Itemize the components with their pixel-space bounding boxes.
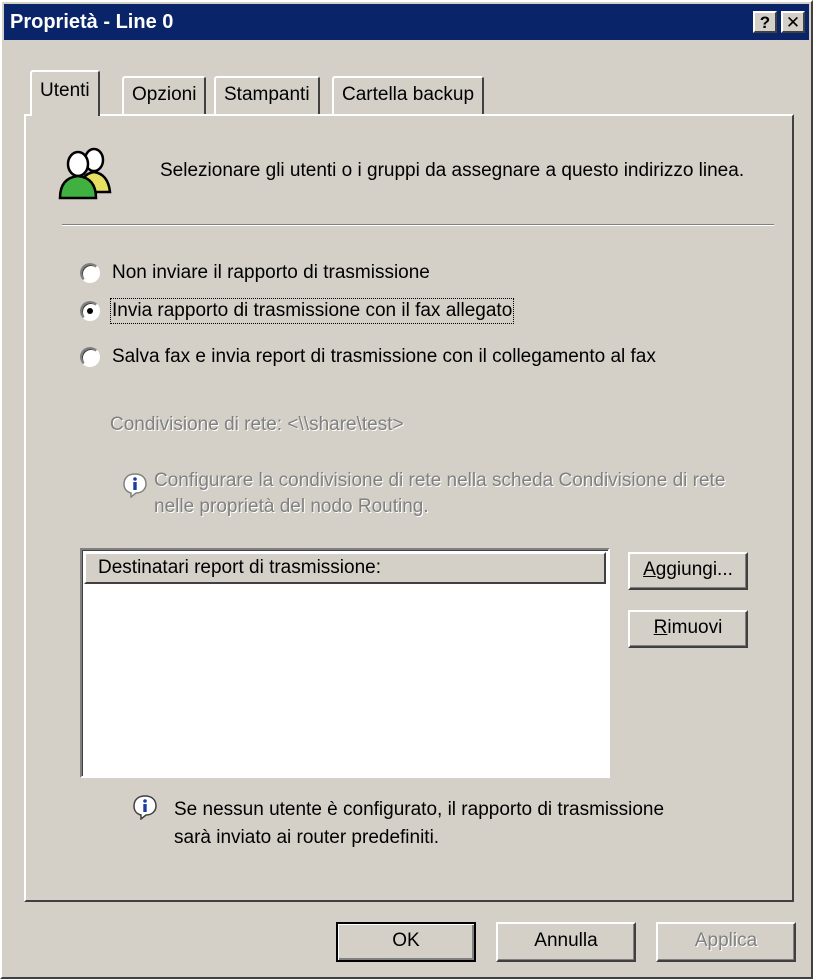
title-bar[interactable]: Proprietà - Line 0 ? ✕	[4, 4, 809, 40]
separator	[62, 224, 774, 226]
add-label: ggiungi...	[655, 559, 733, 580]
add-accelerator: A	[643, 559, 656, 580]
apply-button[interactable]: Applica	[656, 922, 796, 962]
help-button[interactable]: ?	[753, 11, 777, 33]
tab-panel-utenti: Selezionare gli utenti o i gruppi da ass…	[24, 114, 794, 902]
radio-no-report[interactable]: Non inviare il rapporto di trasmissione	[80, 260, 430, 286]
info-icon	[123, 473, 147, 498]
share-info-text: Configurare la condivisione di rete nell…	[154, 470, 726, 517]
radio-report-with-fax[interactable]: Invia rapporto di trasmissione con il fa…	[80, 298, 515, 324]
window-title: Proprietà - Line 0	[10, 11, 174, 33]
close-button[interactable]: ✕	[781, 11, 805, 33]
ok-button[interactable]: OK	[336, 922, 476, 962]
recipients-column-header[interactable]: Destinatari report di trasmissione:	[84, 552, 606, 584]
remove-button[interactable]: Rimuovi	[628, 610, 748, 648]
users-icon	[58, 147, 112, 200]
radio-label: Invia rapporto di trasmissione con il fa…	[109, 298, 515, 324]
tab-stampanti[interactable]: Stampanti	[214, 76, 320, 114]
radio-label: Salva fax e invia report di trasmissione…	[112, 346, 656, 367]
radio-button[interactable]	[80, 347, 100, 367]
recipients-list[interactable]: Destinatari report di trasmissione:	[80, 548, 610, 778]
tab-cartella-backup[interactable]: Cartella backup	[332, 76, 485, 114]
cancel-button[interactable]: Annulla	[496, 922, 636, 962]
info-icon	[133, 795, 157, 820]
radio-label: Non inviare il rapporto di trasmissione	[112, 262, 430, 283]
add-button[interactable]: Aggiungi...	[628, 552, 748, 590]
footer-info-text: Se nessun utente è configurato, il rappo…	[174, 799, 665, 848]
tab-utenti[interactable]: Utenti	[30, 70, 100, 116]
radio-button-checked[interactable]	[80, 301, 100, 321]
intro-text: Selezionare gli utenti o i gruppi da ass…	[160, 160, 745, 181]
tab-opzioni[interactable]: Opzioni	[122, 76, 207, 114]
properties-dialog: Proprietà - Line 0 ? ✕ Utenti Opzioni St…	[0, 0, 813, 979]
radio-button[interactable]	[80, 263, 100, 283]
remove-label: imuovi	[667, 617, 723, 638]
radio-save-and-link[interactable]: Salva fax e invia report di trasmissione…	[80, 344, 656, 370]
network-share-label: Condivisione di rete: <\\share\test>	[110, 414, 404, 435]
remove-accelerator: R	[653, 617, 668, 638]
